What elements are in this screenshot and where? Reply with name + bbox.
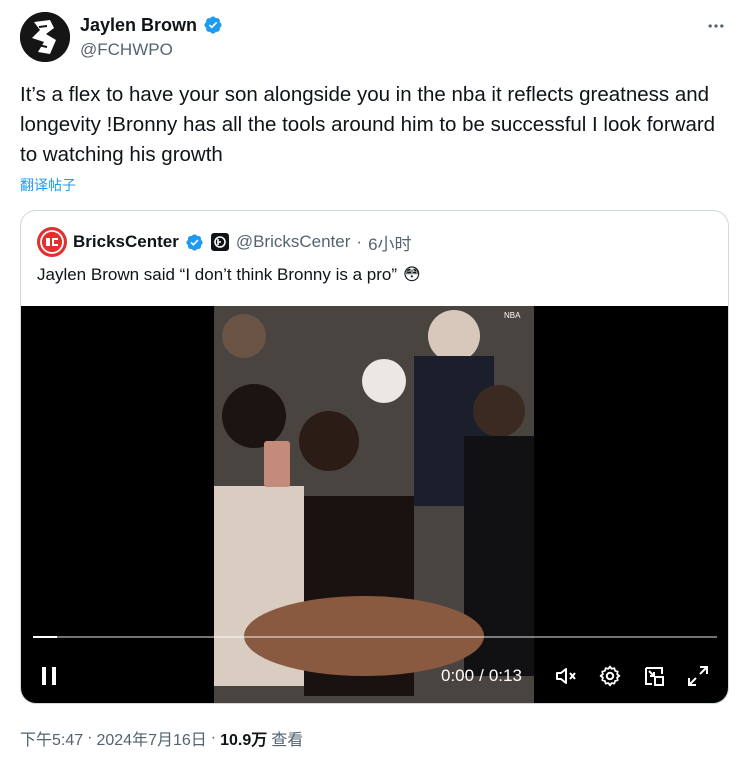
picture-in-picture-icon [645, 667, 664, 686]
video-time-divider: / [479, 666, 484, 685]
meta-dot: · [87, 729, 93, 746]
affiliate-badge-icon[interactable] [210, 232, 230, 252]
video-still-image: NBA [214, 306, 534, 703]
verified-badge-icon[interactable] [203, 15, 223, 35]
author-display-name[interactable]: Jaylen Brown [80, 14, 197, 36]
views-label: 查看 [271, 732, 304, 749]
settings-button[interactable] [595, 658, 625, 694]
video-controls: 0:00 / 0:13 [21, 658, 728, 694]
quoted-tweet-header: BricksCenter @BricksCenter · 6小时 [37, 227, 412, 257]
view-count[interactable]: 10.9万 [220, 726, 267, 750]
post-date[interactable]: 2024年7月16日 [96, 726, 206, 750]
author-block: Jaylen Brown @FCHWPO [80, 14, 223, 62]
quoted-display-name[interactable]: BricksCenter [73, 232, 179, 252]
quoted-tweet-card[interactable]: BricksCenter @BricksCenter · 6小时 Jaylen … [20, 210, 729, 704]
quoted-handle[interactable]: @BricksCenter [236, 232, 351, 252]
post-time[interactable]: 下午5:47 [20, 726, 83, 750]
quoted-tweet-text-row: Jaylen Brown said “I don’t think Bronny … [37, 263, 421, 287]
meta-dot: · [210, 729, 217, 746]
pause-button[interactable] [35, 658, 63, 694]
mute-button[interactable] [551, 658, 581, 694]
fullscreen-icon [688, 666, 708, 686]
pause-icon [42, 667, 56, 685]
quoted-tweet-text: Jaylen Brown said “I don’t think Bronny … [37, 265, 398, 284]
flushed-face-emoji: 😳 [403, 265, 421, 284]
quoted-avatar[interactable] [37, 227, 67, 257]
quoted-time-ago[interactable]: 6小时 [368, 230, 411, 255]
brickscenter-logo-icon [40, 230, 64, 254]
tweet-text: It’s a flex to have your son alongside y… [20, 83, 716, 166]
quoted-separator: · [356, 232, 363, 251]
translate-post-link[interactable]: 翻译帖子 [20, 175, 76, 195]
svg-text:NBA: NBA [504, 311, 521, 320]
tweet-header: Jaylen Brown @FCHWPO [20, 12, 728, 62]
more-options-button[interactable] [704, 14, 728, 38]
gear-icon [599, 665, 621, 687]
video-frame: NBA [214, 306, 534, 703]
video-current-time: 0:00 [441, 666, 475, 685]
picture-in-picture-button[interactable] [639, 658, 669, 694]
video-player[interactable]: NBA 0:00 / 0:13 [21, 306, 728, 703]
liberation-logo-icon [20, 12, 70, 62]
more-dots-icon [708, 24, 724, 28]
video-progress-bar[interactable] [33, 636, 717, 638]
avatar[interactable] [20, 12, 70, 62]
video-progress-fill [33, 636, 57, 638]
tweet-meta: 下午5:47 · 2024年7月16日 · 10.9万 查看 [20, 726, 303, 750]
speaker-muted-icon [556, 668, 576, 684]
video-time: 0:00 / 0:13 [441, 658, 522, 694]
fullscreen-button[interactable] [683, 658, 713, 694]
quoted-verified-badge-icon[interactable] [185, 233, 204, 252]
video-duration: 0:13 [488, 666, 522, 685]
author-handle[interactable]: @FCHWPO [80, 38, 223, 62]
